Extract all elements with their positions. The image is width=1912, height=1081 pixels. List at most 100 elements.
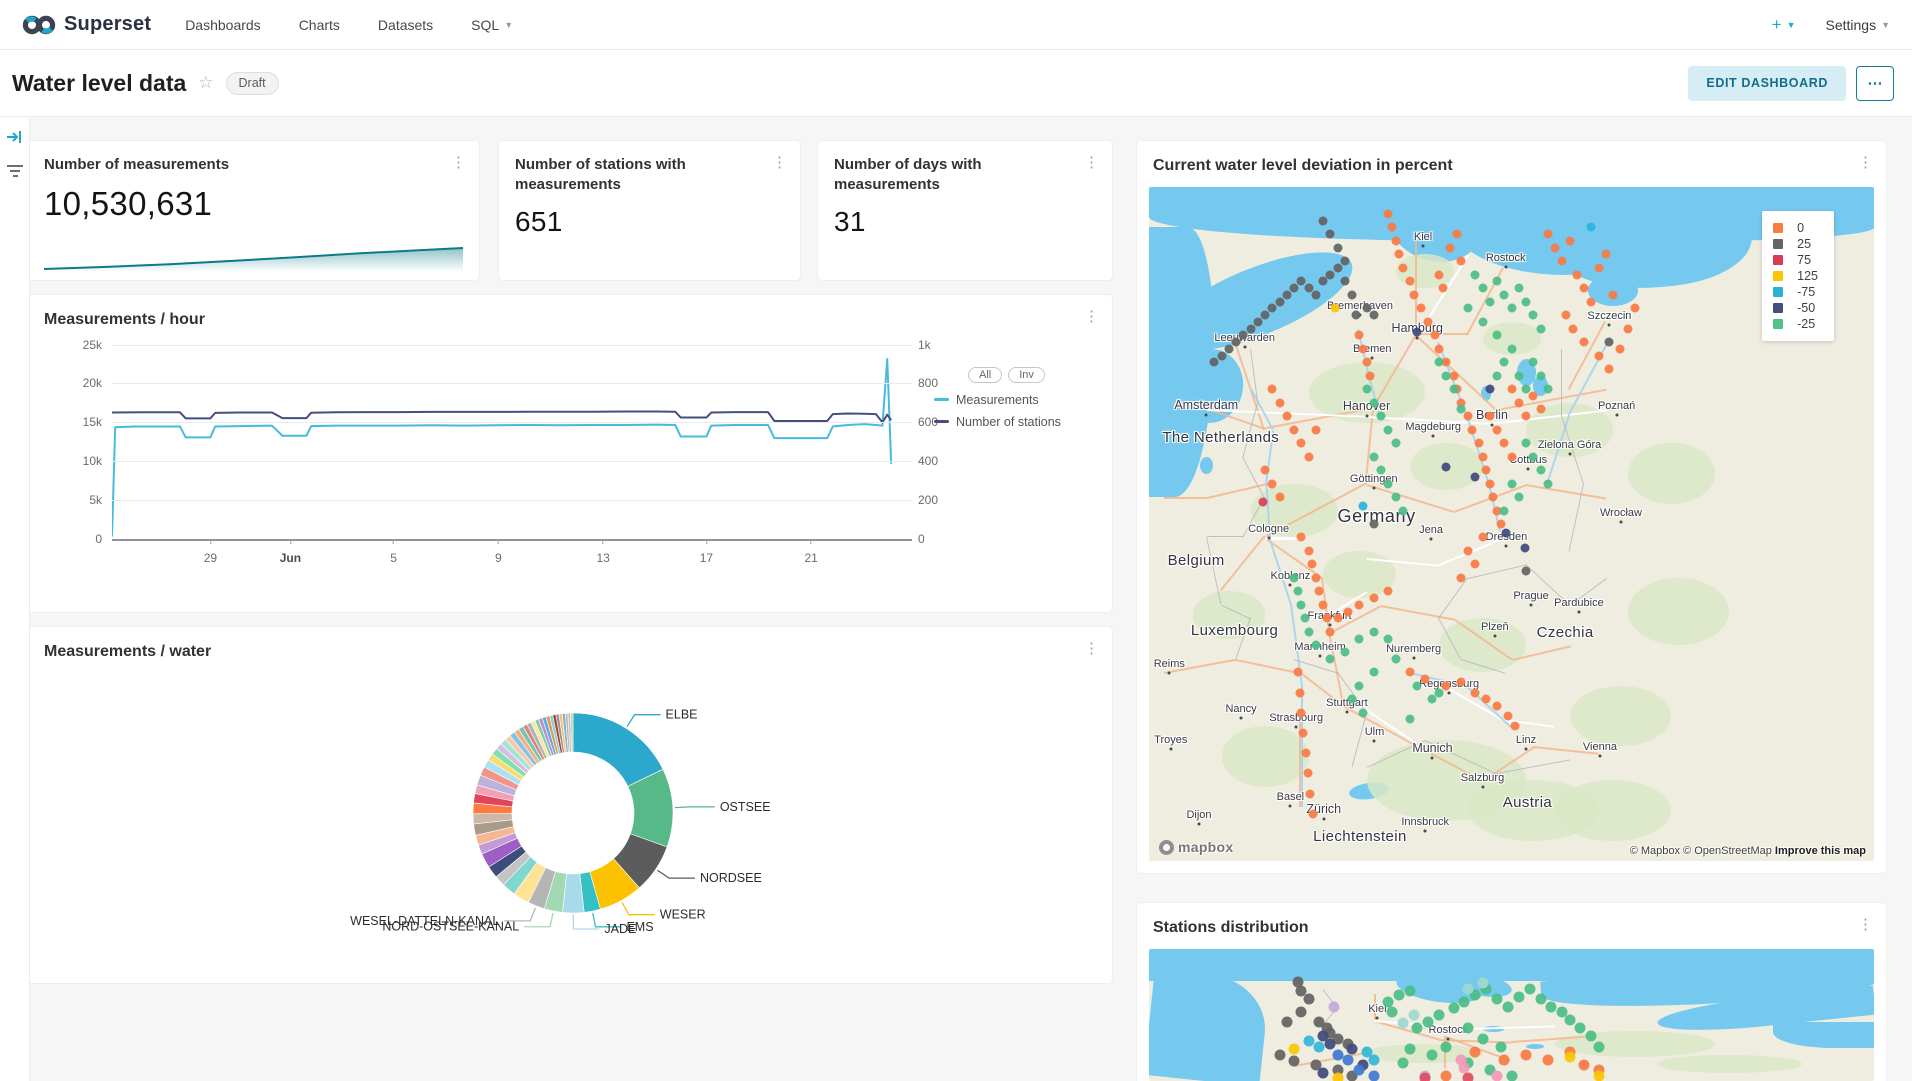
station-dot — [1459, 996, 1470, 1007]
map-city-dot — [1525, 748, 1528, 751]
edit-dashboard-button[interactable]: EDIT DASHBOARD — [1688, 66, 1846, 101]
station-dot — [1564, 1015, 1575, 1026]
map-city-label: Munich — [1412, 741, 1452, 755]
station-dot — [1499, 1054, 1510, 1065]
station-dot — [1304, 452, 1313, 461]
station-dot — [1253, 317, 1262, 326]
expand-filters-icon[interactable] — [6, 129, 24, 150]
station-dot — [1303, 1036, 1314, 1047]
station-dot — [1605, 338, 1614, 347]
station-dot — [1587, 223, 1596, 232]
station-dot — [1408, 1010, 1419, 1021]
vegetation-area — [1657, 1055, 1802, 1073]
dashboard-more-button[interactable]: ⋯ — [1856, 66, 1894, 101]
legend-item[interactable]: Number of stations — [934, 415, 1102, 429]
map-city-label: Zielona Góra — [1538, 439, 1602, 451]
tick-label: 29 — [204, 551, 217, 565]
y-axis-tick-left: 5k — [56, 493, 102, 507]
station-dot — [1384, 634, 1393, 643]
legend-marker — [934, 398, 949, 401]
chart-title: Measurements / water — [44, 641, 219, 663]
station-dot — [1536, 371, 1545, 380]
map-legend-row: -50 — [1773, 300, 1818, 316]
chart-title: Number of measurements — [44, 155, 237, 175]
station-dot — [1546, 1002, 1557, 1013]
map-city-dot — [1319, 654, 1322, 657]
big-number-value: 10,530,631 — [28, 175, 479, 223]
map-city-dot — [1240, 717, 1243, 720]
station-dot — [1507, 452, 1516, 461]
station-dot — [1311, 641, 1320, 650]
deviation-map[interactable]: The NetherlandsBelgiumGermanyCzechiaAust… — [1149, 187, 1874, 861]
legend-all-button[interactable]: All — [968, 367, 1002, 383]
station-dot — [1275, 297, 1284, 306]
station-dot — [1471, 560, 1480, 569]
legend-item[interactable]: Measurements — [934, 393, 1102, 407]
station-dot — [1297, 439, 1306, 448]
chart-menu-icon[interactable]: ⋮ — [1858, 155, 1872, 170]
chart-menu-icon[interactable]: ⋮ — [451, 155, 465, 170]
stations-map[interactable]: KielRostock — [1149, 949, 1874, 1081]
chart-title: Stations distribution — [1153, 917, 1317, 939]
line-chart-legend: All Inv Measurements Number of stations — [934, 367, 1102, 437]
donut-label: JADE — [604, 922, 636, 936]
station-dot — [1419, 1073, 1430, 1081]
station-dot — [1413, 681, 1422, 690]
legend-value: 125 — [1797, 269, 1818, 283]
chart-menu-icon[interactable]: ⋮ — [1084, 155, 1098, 170]
gridline — [112, 383, 912, 384]
legend-value: 75 — [1797, 253, 1811, 267]
legend-inv-button[interactable]: Inv — [1008, 367, 1045, 383]
nav-datasets[interactable]: Datasets — [378, 17, 433, 33]
chart-menu-icon[interactable]: ⋮ — [772, 155, 786, 170]
station-dot — [1328, 1002, 1339, 1013]
chart-menu-icon[interactable]: ⋮ — [1858, 917, 1872, 932]
station-dot — [1295, 688, 1304, 697]
station-dot — [1362, 358, 1371, 367]
nav-charts[interactable]: Charts — [299, 17, 340, 33]
attribution-text[interactable]: © Mapbox © OpenStreetMap — [1630, 845, 1775, 857]
station-dot — [1301, 749, 1310, 758]
line-chart-plot[interactable]: 25k20k15k10k5k01k800600400200029Jun59131… — [112, 345, 912, 541]
new-item-button[interactable]: +▼ — [1772, 15, 1796, 35]
card-number-of-stations: Number of stations with measurements ⋮ 6… — [499, 141, 800, 280]
station-dot — [1500, 506, 1509, 515]
station-dot — [1297, 600, 1306, 609]
tick-label: 13 — [597, 551, 610, 565]
station-dot — [1478, 533, 1487, 542]
station-dot — [1467, 425, 1476, 434]
card-water-level-deviation-map: Current water level deviation in percent… — [1137, 141, 1886, 873]
station-dot — [1340, 277, 1349, 286]
station-dot — [1616, 344, 1625, 353]
nav-sql[interactable]: SQL▼ — [471, 17, 513, 33]
improve-map-link[interactable]: Improve this map — [1775, 845, 1866, 857]
map-city-label: Wrocław — [1600, 507, 1642, 519]
chart-menu-icon[interactable]: ⋮ — [1084, 309, 1098, 324]
map-line — [1236, 659, 1302, 674]
station-dot — [1593, 1041, 1604, 1052]
station-dot — [1332, 1049, 1343, 1060]
settings-menu[interactable]: Settings▼ — [1825, 17, 1890, 33]
chart-menu-icon[interactable]: ⋮ — [1084, 641, 1098, 656]
station-dot — [1397, 1057, 1408, 1068]
station-dot — [1536, 405, 1545, 414]
station-dot — [1391, 654, 1400, 663]
tick-mark — [393, 539, 394, 544]
nav-dashboards[interactable]: Dashboards — [185, 17, 261, 33]
map-legend-row: 25 — [1773, 236, 1818, 252]
favorite-star-icon[interactable]: ☆ — [198, 73, 213, 93]
y-axis-tick-left: 20k — [56, 376, 102, 390]
tick-label: 17 — [700, 551, 713, 565]
map-city-dot — [1447, 1038, 1450, 1041]
station-dot — [1485, 385, 1494, 394]
x-axis-tick: 9 — [495, 539, 502, 565]
superset-logo[interactable]: Superset — [22, 13, 151, 36]
donut-chart[interactable]: ELBEOSTSEENORDSEEWESEREMSJADENORD-OSTSEE… — [28, 663, 1112, 969]
station-dot — [1405, 986, 1416, 997]
map-city-label: Linz — [1516, 734, 1536, 746]
station-dot — [1492, 1070, 1503, 1081]
station-dot — [1535, 994, 1546, 1005]
station-dot — [1355, 331, 1364, 340]
chart-title: Current water level deviation in percent — [1153, 155, 1461, 177]
station-dot — [1441, 1041, 1452, 1052]
